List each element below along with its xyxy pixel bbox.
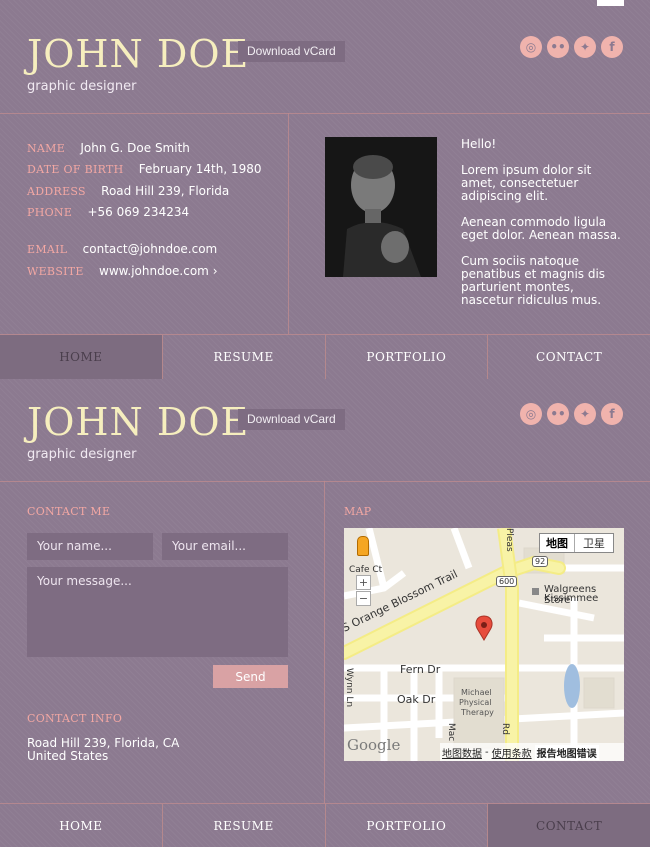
bio-paragraph: Cum sociis natoque penatibus et magnis d… (461, 254, 606, 307)
main-nav: HOME RESUME PORTFOLIO CONTACT (0, 804, 650, 847)
contact-address-line2: United States (27, 749, 109, 763)
nav-home[interactable]: HOME (0, 335, 163, 379)
map-report-link[interactable]: 报告地图错误 (534, 744, 599, 760)
twitter-icon[interactable]: ✦ (574, 403, 596, 425)
contact-address-line1: Road Hill 239, Florida, CA (27, 736, 180, 750)
divider (0, 481, 650, 482)
top-tab (597, 0, 624, 6)
nav-resume[interactable]: RESUME (163, 804, 326, 847)
field-label: WEBSITE (27, 265, 84, 278)
field-address: ADDRESS Road Hill 239, Florida (27, 180, 229, 199)
dribbble-icon[interactable]: ◎ (520, 403, 542, 425)
map-street-label: Wynn Ln (344, 668, 354, 708)
page-title: JOHN DOE (27, 400, 250, 444)
flickr-icon[interactable]: •• (547, 403, 569, 425)
route-shield: 92 (532, 556, 549, 567)
nav-contact[interactable]: CONTACT (488, 335, 650, 379)
bio-paragraph: Lorem ipsum dolor sit amet, consectetuer… (461, 163, 592, 203)
nav-home[interactable]: HOME (0, 804, 163, 847)
nav-resume[interactable]: RESUME (163, 335, 326, 379)
send-button[interactable]: Send (213, 665, 288, 688)
field-value: February 14th, 1980 (138, 162, 262, 176)
job-title: graphic designer (27, 79, 137, 94)
flickr-icon[interactable]: •• (547, 36, 569, 58)
page-title: JOHN DOE (27, 32, 250, 76)
website-link[interactable]: www.johndoe.com › (99, 264, 217, 278)
pegman-icon[interactable] (357, 536, 369, 556)
bio-paragraph: Aenean commodo ligula eget dolor. Aenean… (461, 215, 621, 242)
map-street-label: Oak Dr (397, 693, 436, 706)
poi-label: Therapy (461, 708, 494, 717)
google-logo: Google (347, 736, 401, 754)
bio-text: Hello! Lorem ipsum dolor sit amet, conse… (461, 138, 629, 320)
field-value: Road Hill 239, Florida (101, 184, 230, 198)
divider (0, 113, 650, 114)
field-website: WEBSITE www.johndoe.com › (27, 260, 218, 279)
map-type-control: 地图 卫星 (539, 533, 614, 553)
map-street-label: Fern Dr (400, 663, 441, 676)
field-name: NAME John G. Doe Smith (27, 137, 190, 156)
main-nav: HOME RESUME PORTFOLIO CONTACT (0, 335, 650, 379)
email-link[interactable]: contact@johndoe.com (83, 242, 218, 256)
map-type-map-button[interactable]: 地图 (540, 534, 575, 552)
nav-contact[interactable]: CONTACT (488, 804, 650, 847)
poi-label: Physical (459, 698, 492, 707)
download-vcard-button[interactable]: Download vCard (238, 41, 345, 62)
profile-photo (325, 137, 437, 277)
zoom-out-button[interactable]: − (356, 591, 371, 606)
contact-heading: CONTACT ME (27, 505, 111, 518)
field-label: EMAIL (27, 243, 68, 256)
field-value: John G. Doe Smith (80, 141, 190, 155)
map-widget[interactable]: S Orange Blossom Trail Fern Dr Oak Dr Ca… (344, 528, 624, 761)
field-label: DATE OF BIRTH (27, 163, 124, 176)
poi-label: Kissimmee (544, 593, 599, 604)
nav-portfolio[interactable]: PORTFOLIO (326, 335, 489, 379)
map-footer: 地图数据 - 使用条款 报告地图错误 (440, 743, 624, 761)
bio-paragraph: Hello! (461, 137, 497, 151)
map-heading: MAP (344, 505, 372, 518)
contact-info-heading: CONTACT INFO (27, 712, 123, 725)
map-terms-link[interactable]: 使用条款 (492, 745, 532, 760)
map-street-label: Cafe Ct (349, 565, 383, 575)
facebook-icon[interactable]: f (601, 403, 623, 425)
twitter-icon[interactable]: ✦ (574, 36, 596, 58)
social-links: ◎ •• ✦ f (520, 403, 623, 425)
field-label: NAME (27, 142, 66, 155)
divider (288, 113, 289, 334)
map-data-link[interactable]: 地图数据 (442, 745, 482, 760)
facebook-icon[interactable]: f (601, 36, 623, 58)
field-birthdate: DATE OF BIRTH February 14th, 1980 (27, 158, 262, 177)
map-street-label: Rd (500, 723, 510, 735)
download-vcard-button[interactable]: Download vCard (238, 409, 345, 430)
divider (324, 481, 325, 803)
zoom-in-button[interactable]: + (356, 575, 371, 590)
poi-label: Michael (461, 688, 492, 697)
field-email: EMAIL contact@johndoe.com (27, 238, 217, 257)
field-label: PHONE (27, 206, 73, 219)
route-shield: 600 (496, 576, 518, 587)
map-footer-separator: - (485, 746, 489, 758)
message-textarea[interactable]: Your message... (27, 567, 288, 657)
map-street-label: Pleas (504, 528, 514, 552)
field-label: ADDRESS (27, 185, 86, 198)
nav-portfolio[interactable]: PORTFOLIO (326, 804, 489, 847)
map-type-satellite-button[interactable]: 卫星 (575, 534, 613, 552)
field-value: +56 069 234234 (87, 205, 190, 219)
name-input[interactable]: Your name... (27, 533, 153, 560)
dribbble-icon[interactable]: ◎ (520, 36, 542, 58)
social-links: ◎ •• ✦ f (520, 36, 623, 58)
field-phone: PHONE +56 069 234234 (27, 201, 189, 220)
job-title: graphic designer (27, 447, 137, 462)
email-input[interactable]: Your email... (162, 533, 288, 560)
map-street-label: Mac (446, 723, 456, 742)
